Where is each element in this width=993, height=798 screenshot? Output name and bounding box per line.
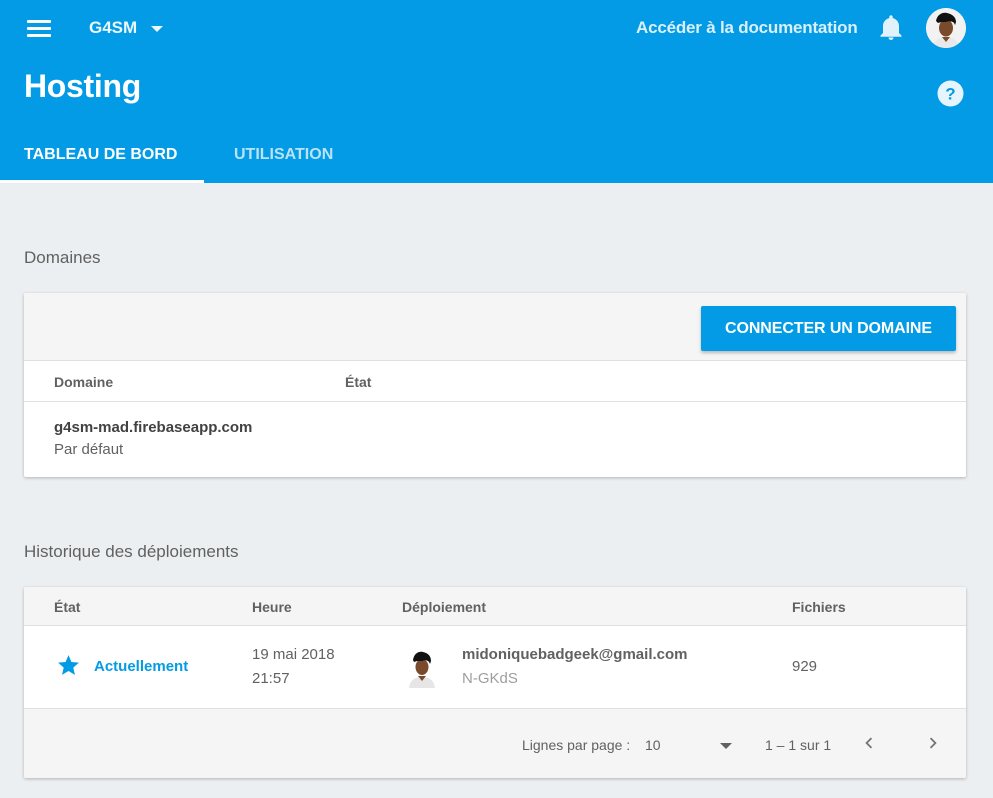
deploy-history-card: État Heure Déploiement Fichiers Actuelle… — [24, 587, 966, 778]
svg-text:?: ? — [945, 85, 955, 104]
help-icon[interactable]: ? — [937, 80, 964, 107]
tab-dashboard[interactable]: TABLEAU DE BORD — [24, 146, 177, 164]
user-avatar[interactable] — [926, 8, 966, 48]
deployer-avatar — [404, 648, 440, 688]
deploy-time: 21:57 — [252, 670, 290, 687]
page-range: 1 – 1 sur 1 — [765, 737, 832, 753]
chevron-down-icon — [151, 26, 164, 32]
domains-section-title: Domaines — [24, 248, 101, 267]
connect-domain-button[interactable]: CONNECTER UN DOMAINE — [701, 306, 956, 351]
column-header-status: État — [345, 374, 372, 390]
status-current: Actuellement — [94, 658, 189, 675]
domain-subtitle: Par défaut — [54, 441, 124, 458]
notifications-icon[interactable] — [879, 15, 903, 41]
domain-name: g4sm-mad.firebaseapp.com — [54, 419, 253, 436]
table-row: g4sm-mad.firebaseapp.com Par défaut — [24, 402, 966, 477]
rows-per-page-label: Lignes par page : — [522, 737, 631, 753]
app-header: G4SM Accéder à la documentation Hosting … — [0, 0, 993, 183]
table-row[interactable]: Actuellement 19 mai 2018 21:57 midonique… — [24, 626, 966, 709]
rows-per-page-select[interactable]: 10 — [645, 731, 735, 759]
column-header-time: Heure — [252, 599, 292, 615]
history-section-title: Historique des déploiements — [24, 542, 239, 561]
docs-link[interactable]: Accéder à la documentation — [636, 18, 858, 38]
file-count: 929 — [792, 658, 818, 675]
column-header-status: État — [54, 599, 81, 615]
dropdown-arrow-icon — [720, 743, 732, 749]
project-name: G4SM — [89, 18, 138, 37]
domains-toolbar: CONNECTER UN DOMAINE — [24, 293, 966, 361]
rows-per-page-value: 10 — [645, 737, 661, 753]
column-header-files: Fichiers — [792, 599, 846, 615]
page-title: Hosting — [24, 68, 141, 104]
deploy-date: 19 mai 2018 — [252, 646, 335, 663]
project-selector[interactable]: G4SM — [89, 17, 164, 39]
menu-icon[interactable] — [27, 20, 51, 38]
pagination: Lignes par page : 10 1 – 1 sur 1 — [24, 709, 966, 778]
star-icon — [58, 655, 79, 675]
domains-card: CONNECTER UN DOMAINE Domaine État g4sm-m… — [24, 293, 966, 477]
history-table-header: État Heure Déploiement Fichiers — [24, 587, 966, 626]
tab-usage[interactable]: UTILISATION — [234, 146, 333, 164]
deployer-email: midoniquebadgeek@gmail.com — [462, 646, 688, 663]
deploy-id: N-GKdS — [462, 670, 518, 687]
active-tab-indicator — [0, 180, 204, 183]
column-header-domain: Domaine — [54, 374, 114, 390]
chevron-left-icon[interactable] — [858, 732, 880, 754]
domains-table-header: Domaine État — [24, 362, 966, 402]
chevron-right-icon[interactable] — [922, 732, 944, 754]
column-header-deployment: Déploiement — [402, 599, 487, 615]
